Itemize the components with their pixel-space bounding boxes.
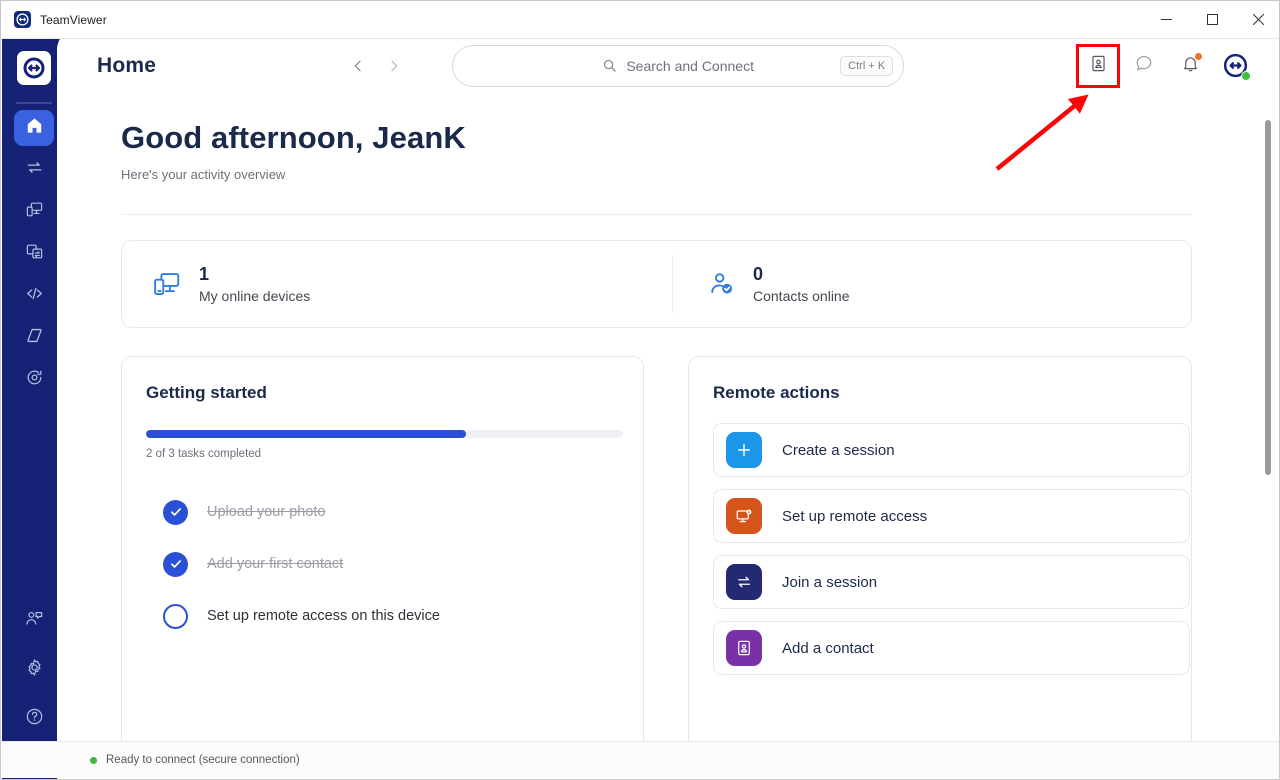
action-label: Join a session [782,573,878,591]
contacts-book-icon [726,630,762,666]
scrollbar[interactable] [1262,120,1274,760]
status-bar: Ready to connect (secure connection) [2,741,1279,778]
sidebar-item-settings[interactable] [14,652,54,688]
contacts-chat-icon [25,609,44,633]
action-label: Add a contact [782,639,874,657]
search-shortcut-badge: Ctrl + K [840,55,894,76]
question-circle-icon [25,707,44,731]
contacts-book-icon [1089,54,1108,78]
stat-my-online-devices: 1 My online devices [122,264,672,304]
chat-bubble-icon [1134,53,1154,78]
remote-actions-card: Remote actions Create a session Set up r… [688,356,1192,756]
stat-value: 1 [199,264,210,285]
getting-started-card: Getting started 2 of 3 tasks completed U… [121,356,644,756]
devices-icon [152,269,182,299]
sidebar-item-monitoring[interactable] [14,362,54,398]
gear-icon [25,658,44,682]
account-button[interactable] [1222,52,1251,81]
scrollbar-thumb[interactable] [1265,120,1271,475]
sidebar-item-scripts[interactable] [14,278,54,314]
greeting-heading: Good afternoon, JeanK [121,120,466,155]
teamviewer-window: TeamViewer Home Search and Connect Ctrl … [0,0,1280,780]
progress-label: 2 of 3 tasks completed [146,448,262,460]
file-transfer-icon [25,242,44,266]
notifications-button[interactable] [1176,52,1204,80]
stats-card: 1 My online devices 0 Contacts online [121,240,1192,328]
search-placeholder: Search and Connect [626,57,754,74]
window-controls [1143,1,1279,39]
code-brackets-icon [25,284,44,308]
sidebar-item-devices[interactable] [14,194,54,230]
scan-circle-icon [25,368,44,392]
progress-bar [146,430,623,438]
stat-value: 0 [753,264,764,285]
window-title: TeamViewer [40,12,107,27]
search-icon [602,58,617,73]
online-status-dot [1241,70,1251,81]
plus-icon [726,432,762,468]
maximize-button[interactable] [1189,1,1235,39]
sidebar-item-help[interactable] [14,701,54,737]
top-bar-icons [1076,43,1251,88]
remote-actions-list: Create a session Set up remote access Jo… [713,423,1190,675]
status-indicator-dot [90,756,97,764]
greeting-subtitle: Here's your activity overview [121,167,286,182]
teamviewer-logo-icon [14,11,31,28]
title-bar: TeamViewer [1,1,1279,39]
sidebar-divider [16,102,52,104]
remote-actions-title: Remote actions [713,383,840,402]
monitor-gear-icon [726,498,762,534]
stat-contacts-online: 0 Contacts online [672,255,850,313]
action-label: Create a session [782,441,895,459]
navigation-arrows [348,56,404,76]
search-input[interactable]: Search and Connect Ctrl + K [452,44,905,87]
stat-label: My online devices [199,287,311,304]
action-set-up-remote-access[interactable]: Set up remote access [713,489,1190,543]
devices-icon [25,200,44,224]
task-list: Upload your photo Add your first contact… [146,486,619,642]
empty-circle-icon [163,603,188,629]
chat-button[interactable] [1130,52,1158,80]
content-area: Good afternoon, JeanK Here's your activi… [57,120,1279,756]
page-title: Home [97,53,157,77]
notification-badge-dot [1195,52,1202,60]
action-create-a-session[interactable]: Create a session [713,423,1190,477]
top-bar: Home Search and Connect Ctrl + K [57,28,1279,103]
close-button[interactable] [1235,1,1279,39]
sidebar-item-file-transfer[interactable] [14,236,54,272]
minimize-button[interactable] [1143,1,1189,39]
forward-button[interactable] [384,56,404,76]
task-item[interactable]: Set up remote access on this device [146,590,619,642]
getting-started-title: Getting started [146,383,267,402]
sidebar-item-contacts-chat[interactable] [14,603,54,639]
check-icon [163,551,188,577]
account-avatar-icon [1222,52,1251,81]
diamond-icon [25,326,44,350]
task-label: Set up remote access on this device [207,608,440,624]
home-icon [25,116,44,140]
task-item[interactable]: Upload your photo [146,486,619,538]
sidebar-item-remote-control[interactable] [14,152,54,188]
divider [121,214,1192,215]
sidebar-item-augmented-reality[interactable] [14,320,54,356]
task-item[interactable]: Add your first contact [146,538,619,590]
action-label: Set up remote access [782,507,928,525]
task-label: Add your first contact [207,556,344,572]
action-add-a-contact[interactable]: Add a contact [713,621,1190,675]
contact-check-icon [708,270,736,298]
action-join-a-session[interactable]: Join a session [713,555,1190,609]
status-text: Ready to connect (secure connection) [106,754,300,766]
transfer-arrows-icon [25,158,44,182]
check-icon [163,499,188,525]
cards-row: Getting started 2 of 3 tasks completed U… [121,356,1279,756]
contacts-book-button[interactable] [1076,43,1120,88]
task-label: Upload your photo [207,504,326,520]
back-button[interactable] [348,56,368,76]
progress-bar-fill [146,430,466,438]
sidebar-item-home[interactable] [14,110,54,146]
stat-label: Contacts online [753,287,850,304]
sidebar-logo-icon[interactable] [17,51,51,85]
main-panel: Home Search and Connect Ctrl + K Good af… [57,28,1279,779]
transfer-arrows-icon [726,564,762,600]
